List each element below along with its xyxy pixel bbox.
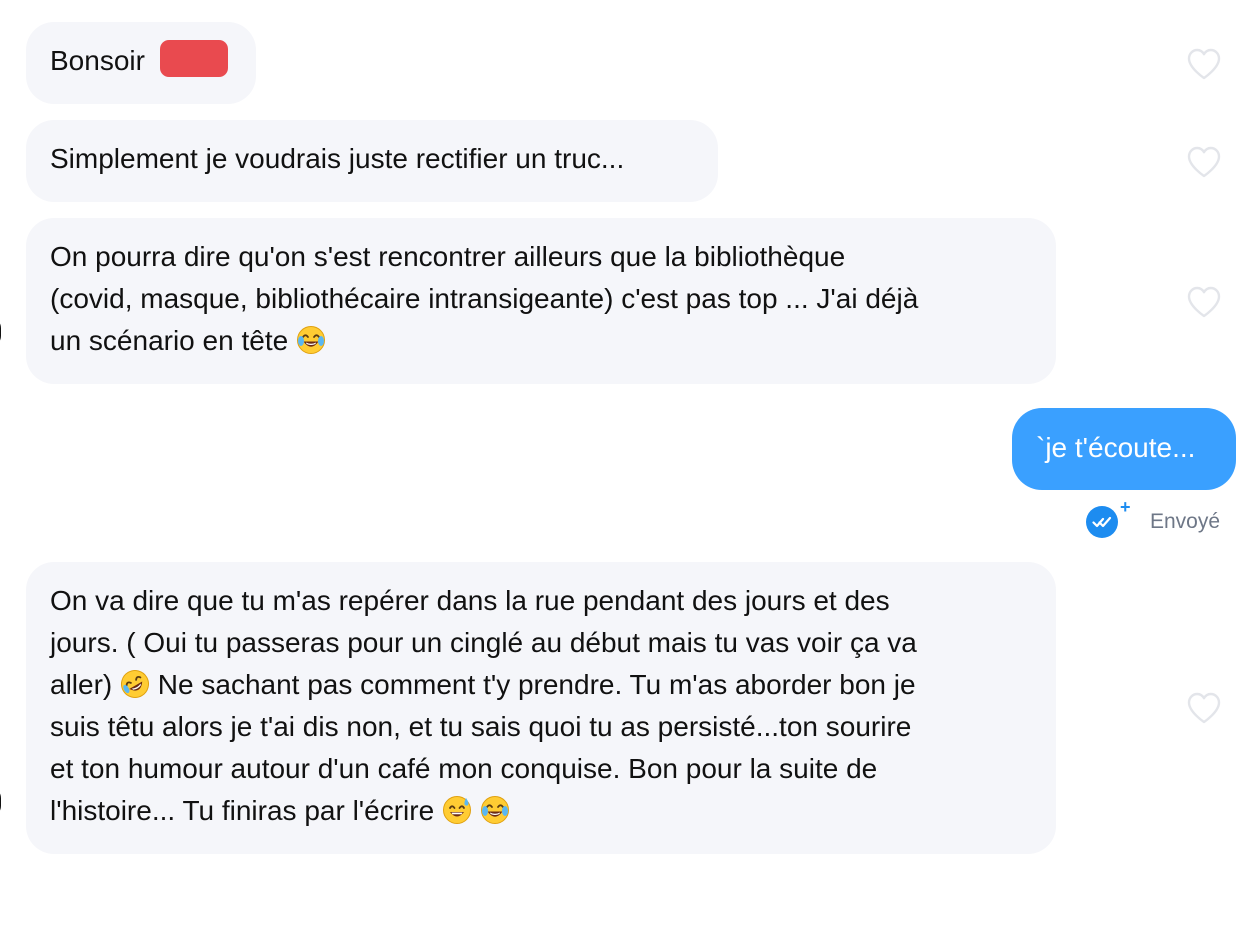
received-message-bubble[interactable]: Bonsoir [26,22,256,104]
message-line: et ton humour autour d'un café mon conqu… [50,753,878,784]
message-line: un scénario en tête [50,320,1032,362]
sent-message-bubble[interactable]: `je t'écoute... [1012,408,1236,490]
face-with-tears-of-joy-emoji [296,325,326,355]
heart-outline-icon[interactable] [1186,691,1222,725]
heart-outline-icon[interactable] [1186,285,1222,319]
message-text: aller) [50,669,121,700]
avatar-edge [0,318,1,346]
heart-outline-icon[interactable] [1186,47,1222,81]
message-line: aller) Ne sachant pas comment t'y prendr… [50,664,1032,706]
message-text: Bonsoir [50,45,153,76]
face-with-tears-of-joy-emoji [480,795,510,825]
message-line: (covid, masque, bibliothécaire intransig… [50,283,919,314]
message-line: On pourra dire qu'on s'est rencontrer ai… [50,241,846,272]
message-line: jours. ( Oui tu passeras pour un cinglé … [50,627,917,658]
message-text: un scénario en tête [50,325,296,356]
grinning-face-with-sweat-emoji [442,795,472,825]
message-text: Simplement je voudrais juste rectifier u… [50,143,625,174]
status-label: Envoyé [1150,510,1221,533]
plus-icon: + [1120,497,1131,517]
received-message-bubble[interactable]: Simplement je voudrais juste rectifier u… [26,120,718,202]
message-line: l'histoire... Tu finiras par l'écrire [50,790,1032,832]
message-text: Ne sachant pas comment t'y prendre. Tu m… [150,669,916,700]
message-text: `je t'écoute... [1036,432,1196,463]
message-line: On va dire que tu m'as repérer dans la r… [50,585,890,616]
message-line: suis têtu alors je t'ai dis non, et tu s… [50,711,912,742]
message-status: + Envoyé [1086,498,1221,539]
received-message-bubble[interactable]: On pourra dire qu'on s'est rencontrer ai… [26,218,1056,384]
message-text: l'histoire... Tu finiras par l'écrire [50,795,442,826]
received-message-bubble[interactable]: On va dire que tu m'as repérer dans la r… [26,562,1056,854]
rolling-on-floor-laughing-emoji [120,669,150,699]
heart-outline-icon[interactable] [1186,145,1222,179]
double-check-icon: + [1086,498,1131,538]
redaction-block [159,40,228,77]
chat-thread: Bonsoir Simplement je voudrais juste rec… [0,0,1258,934]
avatar-edge [0,788,1,816]
